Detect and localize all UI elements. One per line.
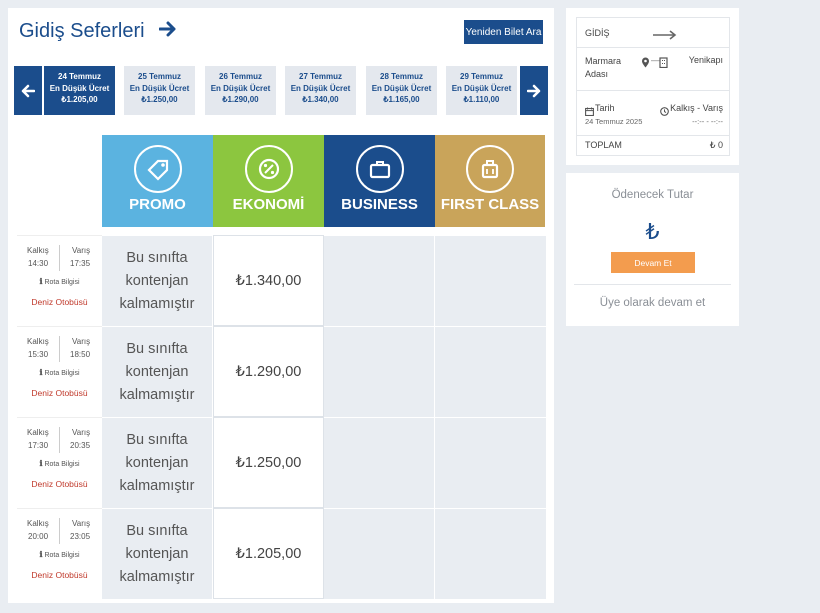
info-icon: ℹ <box>39 459 43 468</box>
vehicle-type: Deniz Otobüsü <box>31 570 88 580</box>
date-tab-24-temmuz[interactable]: 24 Temmuz En Düşük Ücret ₺1.205,00 <box>44 66 115 115</box>
promo-fare-cell: Bu sınıfta kontenjan kalmamıştır <box>102 235 213 326</box>
promo-fare-cell: Bu sınıfta kontenjan kalmamıştır <box>102 326 213 417</box>
economy-fare-cell[interactable]: ₺1.340,00 <box>213 235 324 326</box>
departure-panel: Gidiş Seferleri Yeniden Bilet Ara 24 Tem… <box>8 8 554 603</box>
continue-button[interactable]: Devam Et <box>611 252 695 273</box>
departure-time: 14:30 <box>28 259 49 268</box>
payment-panel: Ödenecek Tutar ₺ Devam Et Üye olarak dev… <box>566 173 739 326</box>
first-class-fare-cell <box>435 326 546 417</box>
arrow-left-icon <box>21 84 35 97</box>
briefcase-icon <box>355 145 404 193</box>
summary-datetime-row: Tarih 24 Temmuz 2025 Kalkış - Varış --:-… <box>577 91 729 136</box>
business-fare-cell <box>324 326 435 417</box>
first-class-fare-cell <box>435 235 546 326</box>
info-icon: ℹ <box>39 277 43 286</box>
location-pin-icon <box>641 55 650 73</box>
date-tab-28-temmuz[interactable]: 28 Temmuz En Düşük Ücret ₺1.165,00 <box>366 66 437 115</box>
arrival-time: 23:05 <box>70 532 91 541</box>
business-fare-cell <box>324 508 435 599</box>
class-header-business[interactable]: BUSINESS <box>324 135 435 227</box>
date-tab-27-temmuz[interactable]: 27 Temmuz En Düşük Ücret ₺1.340,00 <box>285 66 356 115</box>
trip-row: Kalkış 14:30 Varış 17:35 ℹ Rota Bilgisi … <box>17 235 546 326</box>
trip-row: Kalkış 15:30 Varış 18:50 ℹ Rota Bilgisi … <box>17 326 546 417</box>
info-icon: ℹ <box>39 550 43 559</box>
vehicle-type: Deniz Otobüsü <box>31 479 88 489</box>
date-tab-29-temmuz[interactable]: 29 Temmuz En Düşük Ücret ₺1.110,00 <box>446 66 517 115</box>
tag-icon <box>133 145 182 193</box>
next-dates-button[interactable] <box>520 66 548 115</box>
origin-port: Marmara Adası <box>585 56 622 79</box>
class-header-economy[interactable]: EKONOMİ <box>213 135 324 227</box>
summary-total-row: TOPLAM ₺ 0 <box>577 136 729 157</box>
summary-heading-row: GİDİŞ <box>577 18 729 48</box>
departure-time: 15:30 <box>28 350 49 359</box>
class-header-first-class[interactable]: FIRST CLASS <box>435 135 545 227</box>
date-tab-25-temmuz[interactable]: 25 Temmuz En Düşük Ücret ₺1.250,00 <box>124 66 195 115</box>
date-value: 24 Temmuz 2025 <box>585 117 643 126</box>
lira-icon: ₺ <box>645 219 660 244</box>
business-fare-cell <box>324 235 435 326</box>
page-title: Gidiş Seferleri <box>19 20 177 43</box>
promo-fare-cell: Bu sınıfta kontenjan kalmamıştır <box>102 417 213 508</box>
arrow-right-icon <box>158 20 177 43</box>
total-value: ₺ 0 <box>709 140 723 150</box>
arrow-right-icon <box>527 84 541 97</box>
date-label: Tarih <box>595 103 615 113</box>
class-header-promo[interactable]: PROMO <box>102 135 213 227</box>
time-label: Kalkış - Varış <box>670 103 723 113</box>
time-value: --:-- - --:-- <box>692 117 723 126</box>
trip-row: Kalkış 17:30 Varış 20:35 ℹ Rota Bilgisi … <box>17 417 546 508</box>
economy-fare-cell[interactable]: ₺1.205,00 <box>213 508 324 599</box>
continue-as-member-link[interactable]: Üye olarak devam et <box>566 297 739 309</box>
vehicle-type: Deniz Otobüsü <box>31 297 88 307</box>
arrival-time: 20:35 <box>70 441 91 450</box>
economy-fare-cell[interactable]: ₺1.290,00 <box>213 326 324 417</box>
info-icon: ℹ <box>39 368 43 377</box>
summary-heading: GİDİŞ <box>585 28 610 38</box>
luggage-icon <box>466 145 514 193</box>
trip-time-cell: Kalkış 14:30 Varış 17:35 ℹ Rota Bilgisi … <box>17 235 102 326</box>
building-icon <box>659 55 668 73</box>
vehicle-type: Deniz Otobüsü <box>31 388 88 398</box>
arrival-time: 18:50 <box>70 350 91 359</box>
long-arrow-right-icon <box>653 27 677 45</box>
arrival-time: 17:35 <box>70 259 91 268</box>
departure-time: 17:30 <box>28 441 49 450</box>
trip-row: Kalkış 20:00 Varış 23:05 ℹ Rota Bilgisi … <box>17 508 546 599</box>
payment-title: Ödenecek Tutar <box>611 189 694 201</box>
date-tab-26-temmuz[interactable]: 26 Temmuz En Düşük Ücret ₺1.290,00 <box>205 66 276 115</box>
trip-summary-panel: GİDİŞ Marmara Adası — Yenikapı Tarih 24 … <box>566 8 739 165</box>
first-class-fare-cell <box>435 508 546 599</box>
search-again-button[interactable]: Yeniden Bilet Ara <box>464 20 543 44</box>
total-label: TOPLAM <box>585 140 622 150</box>
first-class-fare-cell <box>435 417 546 508</box>
destination-port: Yenikapı <box>688 55 723 65</box>
trip-time-cell: Kalkış 17:30 Varış 20:35 ℹ Rota Bilgisi … <box>17 417 102 508</box>
route-info-link[interactable]: ℹ Rota Bilgisi <box>17 368 102 377</box>
route-info-link[interactable]: ℹ Rota Bilgisi <box>17 459 102 468</box>
trip-time-cell: Kalkış 15:30 Varış 18:50 ℹ Rota Bilgisi … <box>17 326 102 417</box>
summary-route-row: Marmara Adası — Yenikapı <box>577 48 729 91</box>
fare-grid: PROMO EKONOMİ BUSINESS FIRST CLASS Kalkı… <box>17 135 546 600</box>
trip-time-cell: Kalkış 20:00 Varış 23:05 ℹ Rota Bilgisi … <box>17 508 102 599</box>
promo-fare-cell: Bu sınıfta kontenjan kalmamıştır <box>102 508 213 599</box>
economy-fare-cell[interactable]: ₺1.250,00 <box>213 417 324 508</box>
business-fare-cell <box>324 417 435 508</box>
prev-dates-button[interactable] <box>14 66 42 115</box>
clock-icon <box>660 103 669 121</box>
departure-time: 20:00 <box>28 532 49 541</box>
route-info-link[interactable]: ℹ Rota Bilgisi <box>17 550 102 559</box>
route-info-link[interactable]: ℹ Rota Bilgisi <box>17 277 102 286</box>
discount-icon <box>244 145 293 193</box>
